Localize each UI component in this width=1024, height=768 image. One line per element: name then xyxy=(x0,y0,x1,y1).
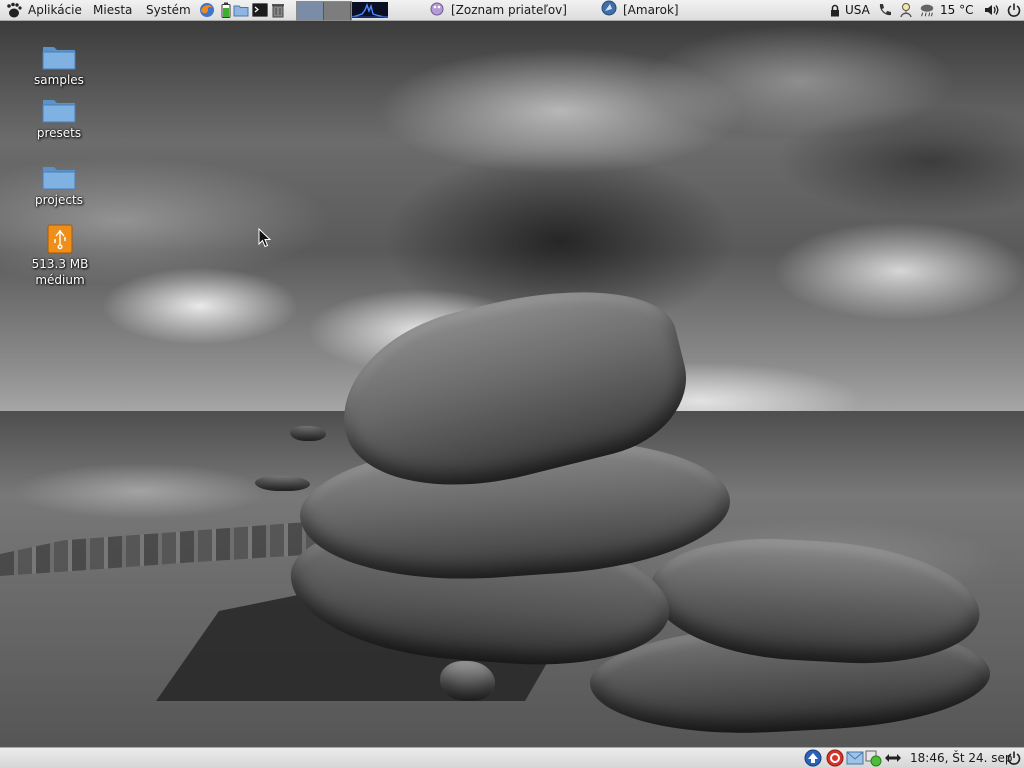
top-panel: Aplikácie Miesta Systém [Zoznam priateľo… xyxy=(0,0,1024,21)
trash-icon[interactable] xyxy=(270,2,286,18)
workspace-1[interactable] xyxy=(297,2,324,20)
keyboard-layout[interactable]: USA xyxy=(845,0,870,20)
desktop-folder-presets[interactable]: presets xyxy=(14,93,104,141)
bottom-panel: 18:46, Št 24. sep xyxy=(0,747,1024,768)
system-monitor-graph[interactable] xyxy=(352,2,388,18)
task-contact-list[interactable]: [Zoznam priateľov] xyxy=(425,1,571,19)
power-icon[interactable] xyxy=(1006,749,1022,767)
task-label: [Zoznam priateľov] xyxy=(451,3,567,17)
workspace-switcher xyxy=(296,1,352,21)
desktop-folder-projects[interactable]: projects xyxy=(14,160,104,208)
wallpaper-rock-small xyxy=(440,661,495,701)
desktop-folder-samples[interactable]: samples xyxy=(14,40,104,88)
network-icon[interactable] xyxy=(898,2,914,18)
phone-icon[interactable] xyxy=(877,2,893,18)
menu-places[interactable]: Miesta xyxy=(90,0,135,20)
battery-icon[interactable] xyxy=(218,2,234,18)
weather-icon[interactable] xyxy=(919,2,935,18)
desktop-icon-label: projects xyxy=(35,193,83,207)
power-icon[interactable] xyxy=(1006,2,1022,18)
error-icon[interactable] xyxy=(825,749,845,767)
folder-icon xyxy=(42,40,76,70)
lock-icon[interactable] xyxy=(827,2,843,18)
usb-drive-icon xyxy=(43,222,77,254)
folder-icon[interactable] xyxy=(233,2,249,18)
amarok-icon xyxy=(601,0,617,21)
desktop-usb-drive[interactable]: 513.3 MB médium xyxy=(14,222,106,288)
transfer-icon[interactable] xyxy=(883,749,903,767)
wallpaper-rock-small xyxy=(290,426,326,441)
desktop-icon-label: 513.3 MB médium xyxy=(31,257,89,287)
desktop-icon-label: samples xyxy=(34,73,84,87)
weather-temperature[interactable]: 15 °C xyxy=(940,0,973,20)
terminal-icon[interactable] xyxy=(252,2,268,18)
desktop-wallpaper xyxy=(0,21,1024,747)
menu-applications[interactable]: Aplikácie xyxy=(25,0,85,20)
gnome-foot-icon[interactable] xyxy=(5,2,23,18)
update-icon[interactable] xyxy=(803,749,823,767)
desktop-icon-label: presets xyxy=(36,126,82,140)
workspace-2[interactable] xyxy=(324,2,351,20)
folder-icon xyxy=(42,93,76,123)
mail-icon[interactable] xyxy=(845,749,865,767)
desktop-screen: Aplikácie Miesta Systém [Zoznam priateľo… xyxy=(0,0,1024,768)
firefox-icon[interactable] xyxy=(199,2,215,18)
network-status-icon[interactable] xyxy=(864,749,884,767)
menu-system[interactable]: Systém xyxy=(143,0,194,20)
pidgin-icon xyxy=(429,0,445,21)
task-label: [Amarok] xyxy=(623,3,679,17)
wallpaper-rock-small xyxy=(255,476,310,491)
volume-icon[interactable] xyxy=(983,2,999,18)
task-amarok[interactable]: [Amarok] xyxy=(597,0,683,21)
folder-icon xyxy=(42,160,76,190)
mouse-pointer-icon xyxy=(258,227,272,248)
clock[interactable]: 18:46, Št 24. sep xyxy=(910,748,1013,768)
